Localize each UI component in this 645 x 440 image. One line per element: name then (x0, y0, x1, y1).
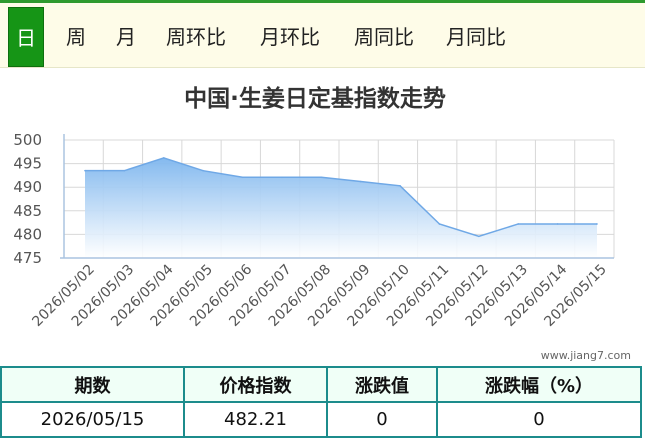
index-summary-table: 期数 价格指数 涨跌值 涨跌幅（%） 2026/05/15 482.21 0 0 (0, 366, 642, 438)
header-change-value: 涨跌值 (326, 366, 438, 403)
data-point (202, 169, 204, 172)
y-tick-label: 500 (13, 131, 42, 149)
y-axis-ticks: 475 480 485 490 495 500 (13, 131, 42, 267)
y-tick-label: 490 (13, 178, 42, 196)
tab-month-year-on-year[interactable]: 月同比 (446, 7, 506, 67)
data-point (84, 169, 86, 172)
data-point (596, 223, 598, 225)
cell-change-value: 0 (326, 401, 438, 438)
period-tab-bar: 日 周 月 周环比 月环比 周同比 月同比 (0, 0, 645, 68)
tab-week-on-week[interactable]: 周环比 (166, 7, 226, 67)
data-point (556, 223, 559, 225)
data-point (359, 180, 362, 183)
series-area (84, 157, 598, 258)
y-tick-label: 480 (13, 225, 42, 243)
tab-month[interactable]: 月 (116, 7, 136, 67)
data-point (517, 223, 520, 225)
header-period: 期数 (0, 366, 185, 403)
data-point (123, 169, 126, 172)
y-tick-label: 475 (13, 249, 42, 267)
chart-canvas: 中国·生姜日定基指数走势 475 480 485 490 495 500 2026/05/… (13, 85, 631, 362)
tab-day[interactable]: 日 (8, 7, 44, 67)
series-area-fill (85, 157, 597, 258)
table-row: 2026/05/15 482.21 0 0 (0, 401, 642, 438)
data-point (241, 176, 244, 179)
data-point (399, 184, 401, 187)
cell-price-index: 482.21 (183, 401, 328, 438)
chart-title: 中国·生姜日定基指数走势 (184, 85, 446, 112)
tab-week[interactable]: 周 (66, 7, 86, 67)
cell-period: 2026/05/15 (0, 401, 185, 438)
x-axis-ticks: 2026/05/022026/05/032026/05/042026/05/05… (29, 261, 609, 329)
header-price-index: 价格指数 (183, 366, 328, 403)
data-point (320, 176, 323, 179)
data-point (162, 157, 165, 159)
tab-month-on-month[interactable]: 月环比 (260, 7, 320, 67)
data-point (281, 176, 283, 179)
data-point (478, 235, 480, 238)
cell-change-percent: 0 (436, 401, 642, 438)
header-change-percent: 涨跌幅（%） (436, 366, 642, 403)
y-tick-label: 495 (13, 155, 42, 173)
watermark: www.jiang7.com (541, 349, 631, 362)
data-point (438, 223, 441, 225)
y-tick-label: 485 (13, 202, 42, 220)
table-header-row: 期数 价格指数 涨跌值 涨跌幅（%） (0, 366, 642, 403)
index-trend-chart: 中国·生姜日定基指数走势 475 480 485 490 495 500 2026/05/… (0, 70, 645, 366)
tab-week-year-on-year[interactable]: 周同比 (354, 7, 414, 67)
